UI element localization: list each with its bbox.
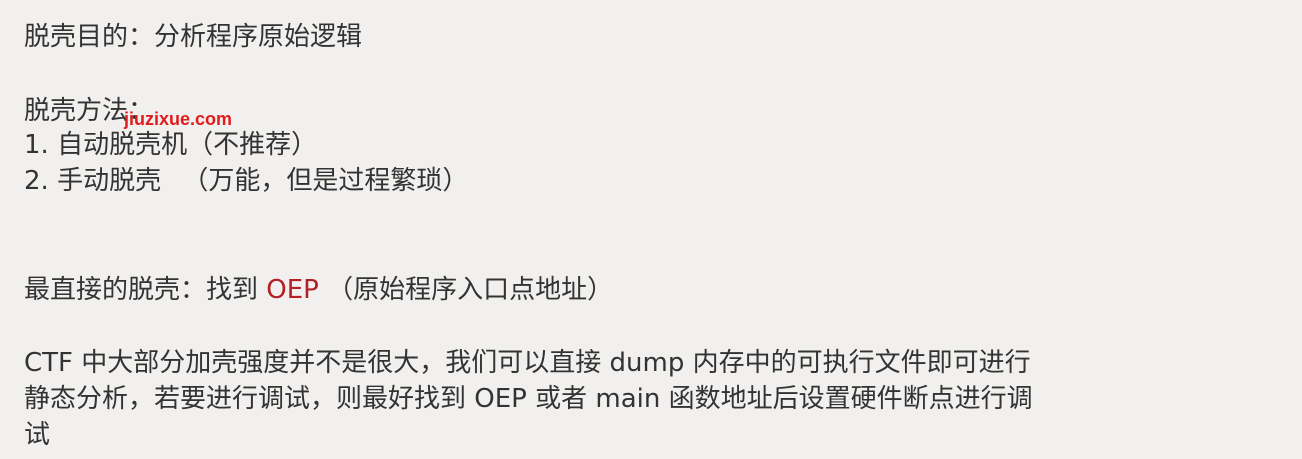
method-item-manual: 2. 手动脱壳 （万能，但是过程繁琐） [24, 166, 469, 196]
paragraph-line-1: CTF 中大部分加壳强度并不是很大，我们可以直接 dump 内存中的可执行文件即… [24, 348, 1031, 378]
paragraph-line-2: 静态分析，若要进行调试，则最好找到 OEP 或者 main 函数地址后设置硬件断… [24, 384, 1033, 414]
direct-unpack-line: 最直接的脱壳：找到 OEP （原始程序入口点地址） [24, 273, 613, 307]
shelling-goal-line: 脱壳目的：分析程序原始逻辑 [24, 22, 363, 52]
method-item-auto: 1. 自动脱壳机（不推荐） [24, 130, 318, 160]
direct-prefix: 最直接的脱壳：找到 [24, 275, 267, 305]
direct-suffix: （原始程序入口点地址） [318, 275, 614, 305]
watermark-logo: jiuzixue.com [124, 109, 233, 129]
paragraph-line-3: 试 [24, 420, 51, 450]
oep-highlight: OEP [266, 275, 319, 305]
